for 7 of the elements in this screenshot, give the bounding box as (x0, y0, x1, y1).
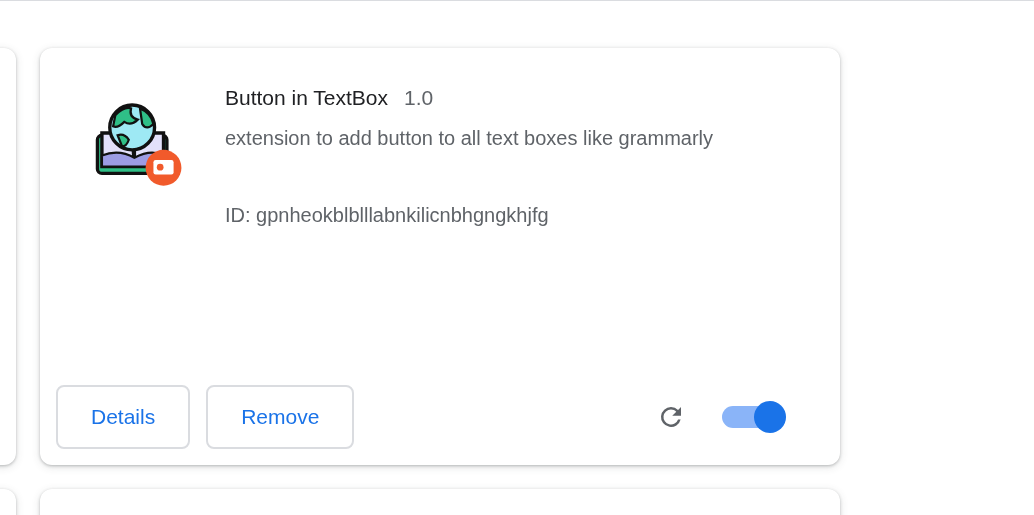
action-button[interactable]: Remove (206, 385, 355, 449)
action-button[interactable]: Details (56, 385, 191, 449)
extension-version: 1.0 (404, 86, 434, 110)
extension-description: extension to add button to all text boxes like grammarly (225, 126, 715, 151)
enable-toggle[interactable] (722, 401, 786, 433)
extension-name: Button in TextBox (225, 86, 389, 110)
extension-id: ID: gpnheokblblllabnkilicnbhgngkhjfg (225, 204, 550, 227)
